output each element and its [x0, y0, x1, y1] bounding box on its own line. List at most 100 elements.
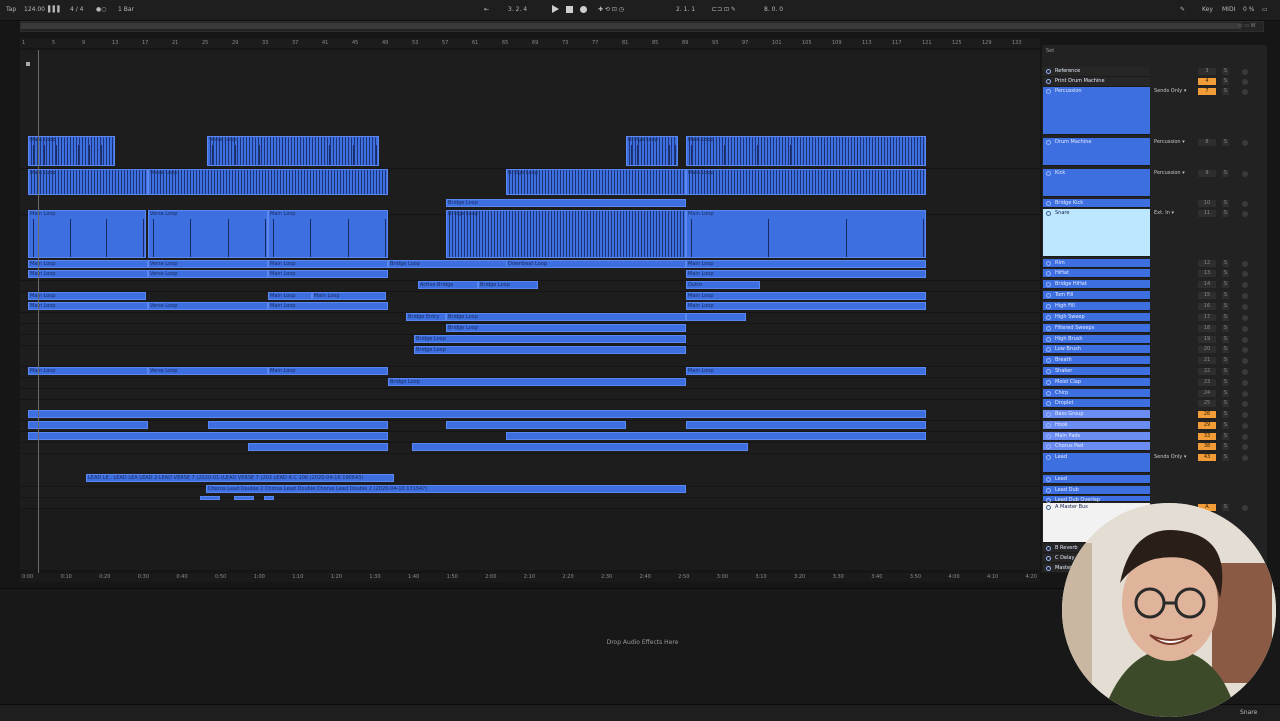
- track-title-bar[interactable]: Bass Group: [1043, 410, 1150, 419]
- track-header[interactable]: Breath 21 S: [1042, 356, 1267, 365]
- clip[interactable]: [28, 421, 148, 429]
- track-activator[interactable]: 7: [1198, 88, 1216, 95]
- routing-menu[interactable]: Sends Only ▾: [1154, 88, 1186, 94]
- solo-button[interactable]: S: [1222, 200, 1229, 207]
- clip[interactable]: Bridge Loop: [414, 346, 686, 354]
- track-activator[interactable]: 38: [1198, 443, 1216, 450]
- fold-icon[interactable]: [1046, 326, 1051, 331]
- solo-button[interactable]: S: [1222, 88, 1229, 95]
- clip[interactable]: Bridge Loop: [414, 335, 686, 343]
- fold-icon[interactable]: [1046, 401, 1051, 406]
- quantize-menu[interactable]: 1 Bar: [118, 6, 134, 13]
- clip[interactable]: Main Loop: [268, 292, 312, 300]
- track-header[interactable]: High Sweep 17 S: [1042, 313, 1267, 322]
- solo-button[interactable]: S: [1222, 210, 1229, 217]
- clip[interactable]: Bridge Loop: [446, 210, 686, 258]
- track-header[interactable]: Bridge Kick 10 S: [1042, 199, 1267, 208]
- clip[interactable]: Main Loop: [686, 136, 926, 166]
- routing-menu[interactable]: Ext. In ▾: [1154, 210, 1174, 216]
- track-title-bar[interactable]: Kick: [1043, 169, 1150, 197]
- track-title-bar[interactable]: Bridge HiHat: [1043, 280, 1150, 289]
- clip[interactable]: Main Loop: [686, 210, 926, 258]
- track-header[interactable]: Filtered Sweeps 18 S: [1042, 324, 1267, 333]
- solo-button[interactable]: S: [1222, 433, 1229, 440]
- fold-icon[interactable]: [1046, 488, 1051, 493]
- overview-window[interactable]: [21, 23, 1241, 29]
- track-activator[interactable]: 15: [1198, 292, 1216, 299]
- fold-icon[interactable]: [1046, 201, 1051, 206]
- track-title-bar[interactable]: Drum Machine: [1043, 138, 1150, 166]
- fold-icon[interactable]: [1046, 89, 1051, 94]
- beat-ruler[interactable]: 1 5 9 13 17 21 25 29 33 37 41 45 49 53 57 61 65 69 73 77 81 8…: [20, 38, 1040, 48]
- arm-icon[interactable]: [1242, 315, 1248, 321]
- track-title-bar[interactable]: Bridge Kick: [1043, 199, 1150, 208]
- midi-map-button[interactable]: MIDI: [1222, 6, 1235, 13]
- solo-button[interactable]: S: [1222, 411, 1229, 418]
- clip[interactable]: [248, 443, 388, 451]
- arrangement-pos-icon[interactable]: ⇤: [484, 6, 489, 13]
- track-header[interactable]: HiHat 13 S: [1042, 269, 1267, 278]
- record-icon[interactable]: [580, 6, 587, 13]
- track-header[interactable]: Reference 3 S: [1042, 67, 1267, 77]
- track-header[interactable]: High Brush 19 S: [1042, 335, 1267, 344]
- solo-button[interactable]: S: [1222, 368, 1229, 375]
- fold-icon[interactable]: [1046, 282, 1051, 287]
- track-header[interactable]: Lead: [1042, 475, 1267, 484]
- track-activator[interactable]: 33: [1198, 433, 1216, 440]
- clip[interactable]: Bridge Entry: [406, 313, 446, 321]
- track-activator[interactable]: 14: [1198, 281, 1216, 288]
- clip[interactable]: Bridge Loop: [478, 281, 538, 289]
- metronome-icon[interactable]: ▌▌▌: [48, 6, 62, 13]
- solo-button[interactable]: S: [1222, 357, 1229, 364]
- clip[interactable]: [200, 496, 220, 500]
- clip[interactable]: Main Loop: [268, 367, 388, 375]
- fold-icon[interactable]: [1046, 337, 1051, 342]
- arm-icon[interactable]: [1242, 455, 1248, 461]
- arm-icon[interactable]: [1242, 347, 1248, 353]
- clip[interactable]: Bridge Loop: [446, 324, 686, 332]
- track-title-bar[interactable]: Print Drum Machine: [1043, 77, 1150, 87]
- clip[interactable]: Main Loop: [268, 270, 388, 278]
- clip[interactable]: Verse Loop: [148, 302, 268, 310]
- track-title-bar[interactable]: Lead: [1043, 475, 1150, 484]
- loop-icon[interactable]: ⊏⊐ ⊡ ✎: [712, 6, 736, 13]
- fold-icon[interactable]: [1046, 369, 1051, 374]
- routing-menu[interactable]: Percussion ▾: [1154, 139, 1185, 145]
- track-lane[interactable]: [20, 498, 1040, 509]
- clip[interactable]: Main Loop: [312, 292, 386, 300]
- fold-icon[interactable]: [1046, 434, 1051, 439]
- arrangement-overview[interactable]: [20, 21, 1264, 32]
- track-activator[interactable]: 24: [1198, 390, 1216, 397]
- clip[interactable]: Chorus Lead Double 2 Chorus Lead Double …: [206, 485, 686, 493]
- clip[interactable]: [686, 421, 926, 429]
- fold-icon[interactable]: [1046, 566, 1051, 571]
- clip[interactable]: Main Loop: [28, 302, 148, 310]
- clip[interactable]: Main Loop: [686, 260, 926, 268]
- clip[interactable]: Main Loop: [28, 136, 115, 166]
- fold-icon[interactable]: [1046, 79, 1051, 84]
- solo-button[interactable]: S: [1222, 68, 1229, 75]
- arm-icon[interactable]: [1242, 261, 1248, 267]
- fold-icon[interactable]: [1046, 211, 1051, 216]
- track-header[interactable]: Bridge HiHat 14 S: [1042, 280, 1267, 289]
- arm-icon[interactable]: [1242, 505, 1248, 511]
- track-header[interactable]: Hook 29 S: [1042, 421, 1267, 430]
- key-map-button[interactable]: Key: [1202, 6, 1213, 13]
- playhead[interactable]: [38, 50, 39, 577]
- track-lane[interactable]: [20, 98, 1040, 137]
- track-activator[interactable]: 3: [1198, 68, 1216, 75]
- track-title-bar[interactable]: Chirp: [1043, 389, 1150, 398]
- clip[interactable]: Bridge Loop: [446, 199, 686, 207]
- track-header[interactable]: Tom Fill 15 S: [1042, 291, 1267, 300]
- solo-button[interactable]: S: [1222, 78, 1229, 85]
- track-activator[interactable]: 4: [1198, 78, 1216, 85]
- tempo-field[interactable]: 124.00: [24, 6, 45, 13]
- track-title-bar[interactable]: High Fill: [1043, 302, 1150, 311]
- track-activator[interactable]: 13: [1198, 270, 1216, 277]
- track-activator[interactable]: 11: [1198, 210, 1216, 217]
- track-header[interactable]: Bass Group 26 S: [1042, 410, 1267, 419]
- track-activator[interactable]: 20: [1198, 346, 1216, 353]
- track-lane[interactable]: [20, 50, 1040, 99]
- track-header[interactable]: Percussion Sends Only ▾ 7 S: [1042, 87, 1267, 135]
- clip[interactable]: LEAD LE.. LEAD LEA LEAD 2 LEAD VERSE 7 (…: [86, 474, 394, 482]
